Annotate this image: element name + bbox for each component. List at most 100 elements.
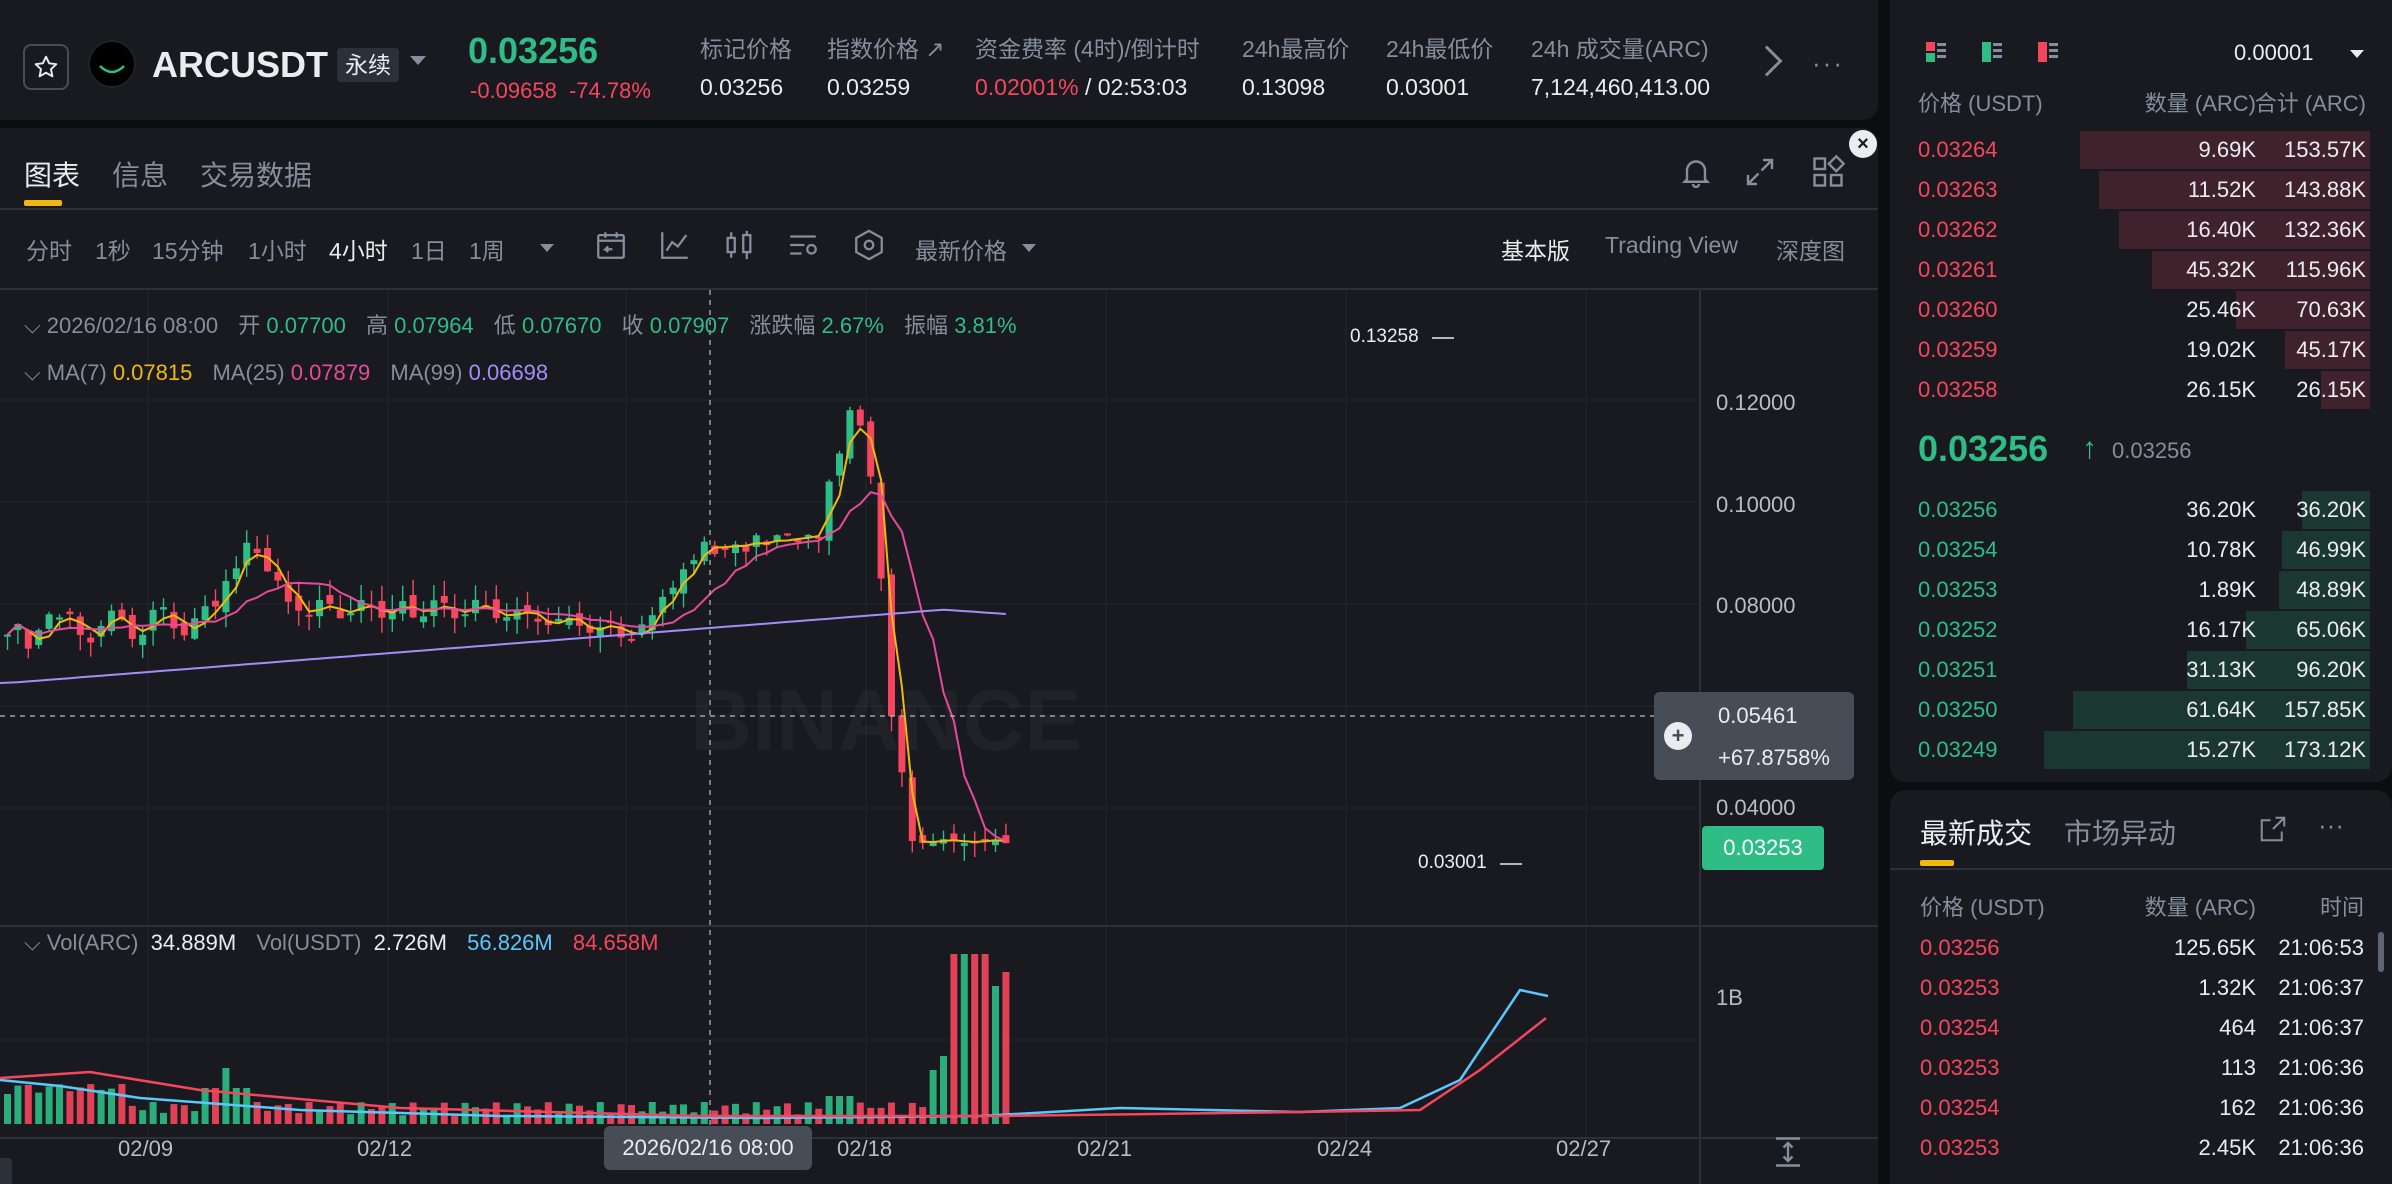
mark-price-label[interactable]: 标记价格 <box>700 30 792 64</box>
volume-bar <box>284 1103 292 1124</box>
volume-collapse-icon[interactable]: ⌵ <box>24 930 47 955</box>
ob-price: 0.03258 <box>1918 377 1998 402</box>
expand-icon[interactable] <box>1742 154 1778 190</box>
funding-rate-label[interactable]: 资金费率 (4时)/倒计时 <box>975 30 1200 64</box>
ob-price: 0.03250 <box>1918 697 1998 722</box>
high-label: 高 <box>366 313 389 338</box>
tick-dropdown-icon[interactable] <box>2350 50 2364 58</box>
candle-body <box>752 535 760 547</box>
view-tradingview[interactable]: Trading View <box>1605 232 1738 259</box>
ma7-value: 0.07815 <box>112 360 193 385</box>
more-icon[interactable]: ··· <box>1812 48 1844 79</box>
low-24h-value: 0.03001 <box>1386 74 1470 100</box>
bid-row[interactable]: 0.03256 36.20K 36.20K <box>1890 490 2392 530</box>
tab-info[interactable]: 信息 <box>112 154 168 194</box>
ask-row[interactable]: 0.03259 19.02K 45.17K <box>1890 330 2392 370</box>
depth-icon[interactable] <box>852 228 886 262</box>
volume-24h-value: 7,124,460,413.00 <box>1531 74 1711 100</box>
ask-row[interactable]: 0.03260 25.46K 70.63K <box>1890 290 2392 330</box>
tab-market-movers[interactable]: 市场异动 <box>2064 812 2176 852</box>
volume-bar <box>128 1105 136 1124</box>
bid-row[interactable]: 0.03254 10.78K 46.99K <box>1890 530 2392 570</box>
ma99-label: MA(99) <box>390 360 463 385</box>
ob-mid-price[interactable]: 0.03256 <box>1918 428 2048 470</box>
volume-ma1-line <box>0 988 1549 1120</box>
interval-4h[interactable]: 4小时 <box>329 232 388 266</box>
bell-icon[interactable] <box>1678 154 1714 190</box>
index-price-value: 0.03259 <box>827 74 911 100</box>
settings-icon[interactable] <box>786 228 820 262</box>
legend-collapse-icon[interactable]: ⌵ <box>24 313 47 338</box>
candle-body <box>856 409 864 426</box>
chevron-right-icon[interactable] <box>1751 45 1783 77</box>
ask-row[interactable]: 0.03263 11.52K 143.88K <box>1890 170 2392 210</box>
ask-row[interactable]: 0.03264 9.69K 153.57K <box>1890 130 2392 170</box>
ma-collapse-icon[interactable]: ⌵ <box>24 360 47 385</box>
bid-row[interactable]: 0.03252 16.17K 65.06K <box>1890 610 2392 650</box>
side-toggle[interactable] <box>0 1158 12 1184</box>
view-basic[interactable]: 基本版 <box>1501 232 1570 266</box>
close-icon[interactable]: × <box>1849 130 1877 158</box>
tab-latest-trades[interactable]: 最新成交 <box>1920 812 2032 852</box>
ask-row[interactable]: 0.03262 16.40K 132.36K <box>1890 210 2392 250</box>
ask-row[interactable]: 0.03258 26.15K 26.15K <box>1890 370 2392 410</box>
divider <box>0 208 1878 210</box>
mark-price-value: 0.03256 <box>700 74 784 100</box>
interval-time[interactable]: 分时 <box>26 232 72 266</box>
trade-row: 0.03254 162 21:06:36 <box>1890 1088 2380 1128</box>
tab-trading-data[interactable]: 交易数据 <box>200 154 312 194</box>
ob-price: 0.03249 <box>1918 737 1998 762</box>
favorite-button[interactable] <box>23 44 69 90</box>
volume-bar <box>784 1103 791 1124</box>
calendar-icon[interactable] <box>594 228 628 262</box>
interval-1d[interactable]: 1日 <box>411 232 447 266</box>
ma-lines <box>0 427 1007 844</box>
bid-row[interactable]: 0.03249 15.27K 173.12K <box>1890 730 2392 770</box>
x-axis-label: 02/21 <box>1077 1136 1133 1161</box>
scrollbar[interactable] <box>2378 932 2384 972</box>
trades-header-time: 时间 <box>2319 895 2364 920</box>
candlestick-chart[interactable]: BINANCE <box>0 290 1878 1184</box>
popout-icon[interactable] <box>2258 814 2288 844</box>
tick-size-select[interactable]: 0.00001 <box>2234 40 2314 66</box>
candle-type-icon[interactable] <box>722 228 756 262</box>
view-depth[interactable]: 深度图 <box>1776 232 1845 266</box>
scale-reset-icon[interactable] <box>1770 1134 1806 1170</box>
more-icon[interactable]: ··· <box>2318 810 2344 841</box>
interval-15m[interactable]: 15分钟 <box>152 232 224 266</box>
interval-1w[interactable]: 1周 <box>469 232 505 266</box>
active-tab-indicator <box>1920 860 1954 866</box>
layout-grid-icon[interactable] <box>1810 154 1846 190</box>
trade-price: 0.03254 <box>1920 1095 2000 1120</box>
bid-row[interactable]: 0.03250 61.64K 157.85K <box>1890 690 2392 730</box>
symbol-dropdown-icon[interactable] <box>410 56 426 65</box>
volume-bar <box>24 1084 32 1124</box>
indicator-icon[interactable] <box>658 228 692 262</box>
book-bids-icon[interactable] <box>1980 40 2004 64</box>
book-asks-icon[interactable] <box>2036 40 2060 64</box>
interval-1s[interactable]: 1秒 <box>95 232 131 266</box>
volume-bar <box>836 1096 843 1124</box>
candle-body <box>305 614 313 617</box>
trade-time: 21:06:36 <box>2278 1135 2364 1160</box>
trade-time: 21:06:36 <box>2278 1095 2364 1120</box>
volume-legend: ⌵ Vol(ARC) 34.889M Vol(USDT) 2.726M 56.8… <box>24 930 659 956</box>
bid-row[interactable]: 0.03251 31.13K 96.20K <box>1890 650 2392 690</box>
vol-ma1-value: 56.826M <box>467 930 553 955</box>
tab-chart[interactable]: 图表 <box>24 154 80 194</box>
trade-price: 0.03253 <box>1920 1055 2000 1080</box>
add-order-icon[interactable]: + <box>1664 722 1692 750</box>
book-both-icon[interactable] <box>1924 40 1948 64</box>
candle-body <box>420 616 427 623</box>
interval-dropdown-icon[interactable] <box>540 244 554 252</box>
candle-body <box>836 453 843 476</box>
price-type-dropdown-icon[interactable] <box>1022 244 1036 252</box>
index-price-label[interactable]: 指数价格 ↗ <box>827 30 945 64</box>
ask-row[interactable]: 0.03261 45.32K 115.96K <box>1890 250 2392 290</box>
volume-bar <box>326 1106 334 1124</box>
bid-row[interactable]: 0.03253 1.89K 48.89K <box>1890 570 2392 610</box>
interval-1h[interactable]: 1小时 <box>248 232 307 266</box>
high-low-markers <box>1432 337 1522 865</box>
symbol-name[interactable]: ARCUSDT <box>152 44 328 86</box>
price-type-select[interactable]: 最新价格 <box>915 232 1007 266</box>
